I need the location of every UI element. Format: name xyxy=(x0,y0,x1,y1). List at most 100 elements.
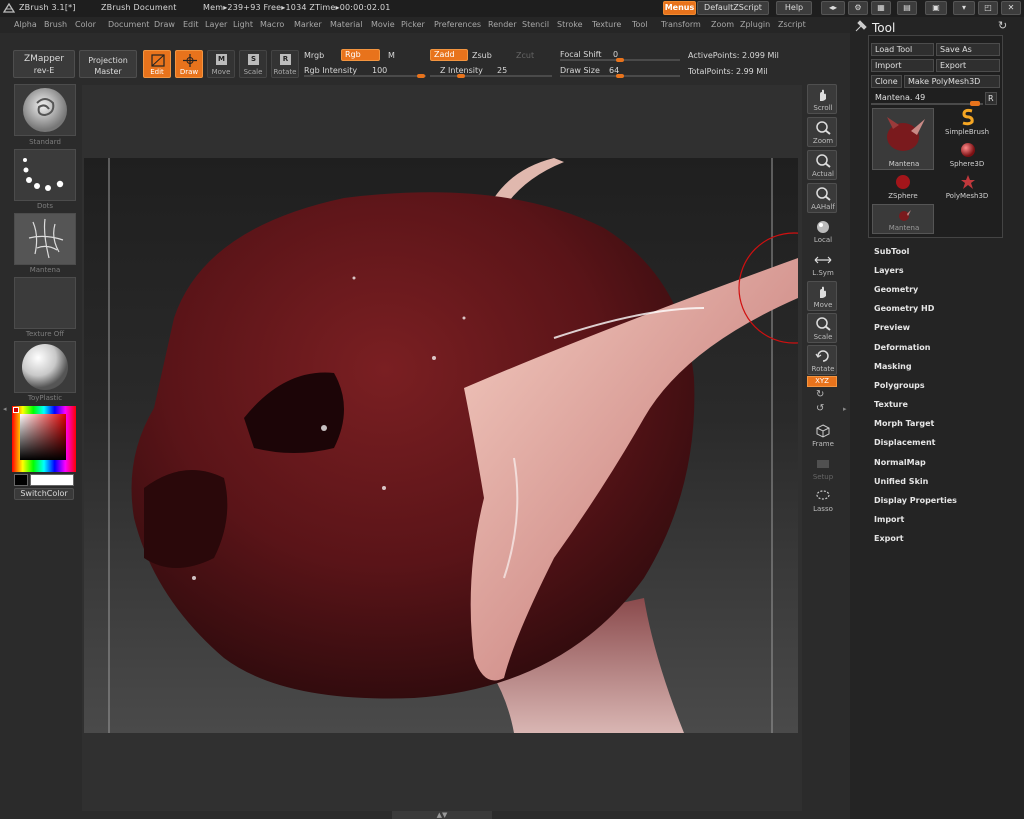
menu-brush[interactable]: Brush xyxy=(44,20,67,29)
mesh-slider-knob[interactable] xyxy=(970,101,980,106)
scale-view-button[interactable]: Scale xyxy=(807,313,837,343)
rotate-z-icon[interactable]: ↺ xyxy=(816,403,828,415)
zmapper-button[interactable]: ZMapper rev-E xyxy=(13,50,75,78)
arrows-icon[interactable]: ◂▸ xyxy=(821,1,845,15)
subpalette-layers[interactable]: Layers xyxy=(874,266,904,275)
save-as-button[interactable]: Save As xyxy=(936,43,1000,56)
rotate-view-button[interactable]: Rotate xyxy=(807,345,837,375)
subpalette-display-properties[interactable]: Display Properties xyxy=(874,496,957,505)
tool-tile-sphere3d[interactable]: Sphere3D xyxy=(936,140,1000,170)
tool-tile-zsphere[interactable]: ZSphere xyxy=(872,172,934,202)
menu-material[interactable]: Material xyxy=(330,20,363,29)
setup-button[interactable]: Setup xyxy=(807,453,837,483)
aahalf-button[interactable]: AAHalf xyxy=(807,183,837,213)
subpalette-subtool[interactable]: SubTool xyxy=(874,247,909,256)
bottom-grip[interactable]: ▲▼ xyxy=(392,811,492,819)
focal-shift-knob[interactable] xyxy=(616,58,624,62)
left-grip[interactable]: ◂ xyxy=(3,405,9,421)
subpalette-export[interactable]: Export xyxy=(874,534,904,543)
help-button[interactable]: Help xyxy=(776,1,812,15)
draw-button[interactable]: Draw xyxy=(175,50,203,78)
frame-button[interactable]: Frame xyxy=(807,420,837,450)
menu-preferences[interactable]: Preferences xyxy=(434,20,481,29)
mrgb-toggle[interactable]: Mrgb xyxy=(304,51,324,60)
lsym-button[interactable]: L.Sym xyxy=(807,249,837,279)
zsub-toggle[interactable]: Zsub xyxy=(472,51,492,60)
menu-document[interactable]: Document xyxy=(108,20,149,29)
subpalette-geometry-hd[interactable]: Geometry HD xyxy=(874,304,934,313)
alpha-thumbnail[interactable] xyxy=(14,213,76,265)
projection-master-button[interactable]: Projection Master xyxy=(79,50,137,78)
menus-button[interactable]: Menus xyxy=(663,1,696,15)
menu-alpha[interactable]: Alpha xyxy=(14,20,37,29)
document-canvas[interactable] xyxy=(84,158,798,733)
xyz-toggle[interactable]: XYZ xyxy=(807,376,837,387)
menu-color[interactable]: Color xyxy=(75,20,96,29)
menu-zplugin[interactable]: Zplugin xyxy=(740,20,770,29)
switch-color-button[interactable]: SwitchColor xyxy=(14,488,74,500)
m-toggle[interactable]: M xyxy=(388,51,395,60)
menu-draw[interactable]: Draw xyxy=(154,20,175,29)
color-picker[interactable] xyxy=(12,406,76,472)
r-button[interactable]: R xyxy=(985,92,997,105)
menu-zoom[interactable]: Zoom xyxy=(711,20,734,29)
clone-button[interactable]: Clone xyxy=(871,75,902,88)
local-button[interactable]: Local xyxy=(807,216,837,246)
lock-icon[interactable]: ▣ xyxy=(925,1,947,15)
lasso-button[interactable]: Lasso xyxy=(807,485,837,515)
menu-zscript[interactable]: Zscript xyxy=(778,20,806,29)
import-button[interactable]: Import xyxy=(871,59,934,72)
export-button[interactable]: Export xyxy=(936,59,1000,72)
rotate-button[interactable]: R Rotate xyxy=(271,50,299,78)
subpalette-polygroups[interactable]: Polygroups xyxy=(874,381,925,390)
zcut-toggle[interactable]: Zcut xyxy=(516,51,534,60)
subpalette-deformation[interactable]: Deformation xyxy=(874,343,930,352)
menu-tool[interactable]: Tool xyxy=(632,20,648,29)
subpalette-import[interactable]: Import xyxy=(874,515,904,524)
mesh-slider[interactable] xyxy=(871,103,983,105)
menu-stroke[interactable]: Stroke xyxy=(557,20,583,29)
layout-icon[interactable]: ▦ xyxy=(871,1,891,15)
actual-button[interactable]: Actual xyxy=(807,150,837,180)
menu-light[interactable]: Light xyxy=(233,20,253,29)
menu-texture[interactable]: Texture xyxy=(592,20,621,29)
menu-layer[interactable]: Layer xyxy=(205,20,227,29)
menu-stencil[interactable]: Stencil xyxy=(522,20,549,29)
primary-color-swatch[interactable] xyxy=(14,474,28,486)
refresh-icon[interactable]: ↻ xyxy=(998,19,1012,33)
color-picker-swatch[interactable] xyxy=(20,414,66,460)
stroke-thumbnail[interactable] xyxy=(14,149,76,201)
scale-button[interactable]: S Scale xyxy=(239,50,267,78)
rotate-y-icon[interactable]: ↻ xyxy=(816,389,828,401)
default-zscript-button[interactable]: DefaultZScript xyxy=(697,1,769,15)
move-view-button[interactable]: Move xyxy=(807,281,837,311)
close-icon[interactable]: ✕ xyxy=(1001,1,1021,15)
subpalette-morph-target[interactable]: Morph Target xyxy=(874,419,934,428)
zoom-button[interactable]: Zoom xyxy=(807,117,837,147)
load-tool-button[interactable]: Load Tool xyxy=(871,43,934,56)
make-polymesh3d-button[interactable]: Make PolyMesh3D xyxy=(904,75,1000,88)
texture-thumbnail[interactable] xyxy=(14,277,76,329)
subpalette-unified-skin[interactable]: Unified Skin xyxy=(874,477,928,486)
subpalette-geometry[interactable]: Geometry xyxy=(874,285,918,294)
menu-movie[interactable]: Movie xyxy=(371,20,395,29)
brush-thumbnail[interactable] xyxy=(14,84,76,136)
scroll-button[interactable]: Scroll xyxy=(807,84,837,114)
restore-icon[interactable]: ◰ xyxy=(978,1,998,15)
menu-macro[interactable]: Macro xyxy=(260,20,284,29)
menu-transform[interactable]: Transform xyxy=(661,20,701,29)
rgb-intensity-slider[interactable] xyxy=(304,75,426,77)
tool-tile-polymesh3d[interactable]: PolyMesh3D xyxy=(936,172,1000,202)
secondary-color-swatch[interactable] xyxy=(30,474,74,486)
z-intensity-slider[interactable] xyxy=(430,75,552,77)
palette-icon[interactable]: ▤ xyxy=(897,1,917,15)
menu-picker[interactable]: Picker xyxy=(401,20,425,29)
tool-tile-mantena-small[interactable]: Mantena xyxy=(872,204,934,234)
subpalette-texture[interactable]: Texture xyxy=(874,400,908,409)
subpalette-displacement[interactable]: Displacement xyxy=(874,438,935,447)
subpalette-normalmap[interactable]: NormalMap xyxy=(874,458,926,467)
draw-size-knob[interactable] xyxy=(616,74,624,78)
menu-marker[interactable]: Marker xyxy=(294,20,322,29)
tool-tile-mantena[interactable]: Mantena xyxy=(872,108,934,170)
minimize-icon[interactable]: ▾ xyxy=(953,1,975,15)
